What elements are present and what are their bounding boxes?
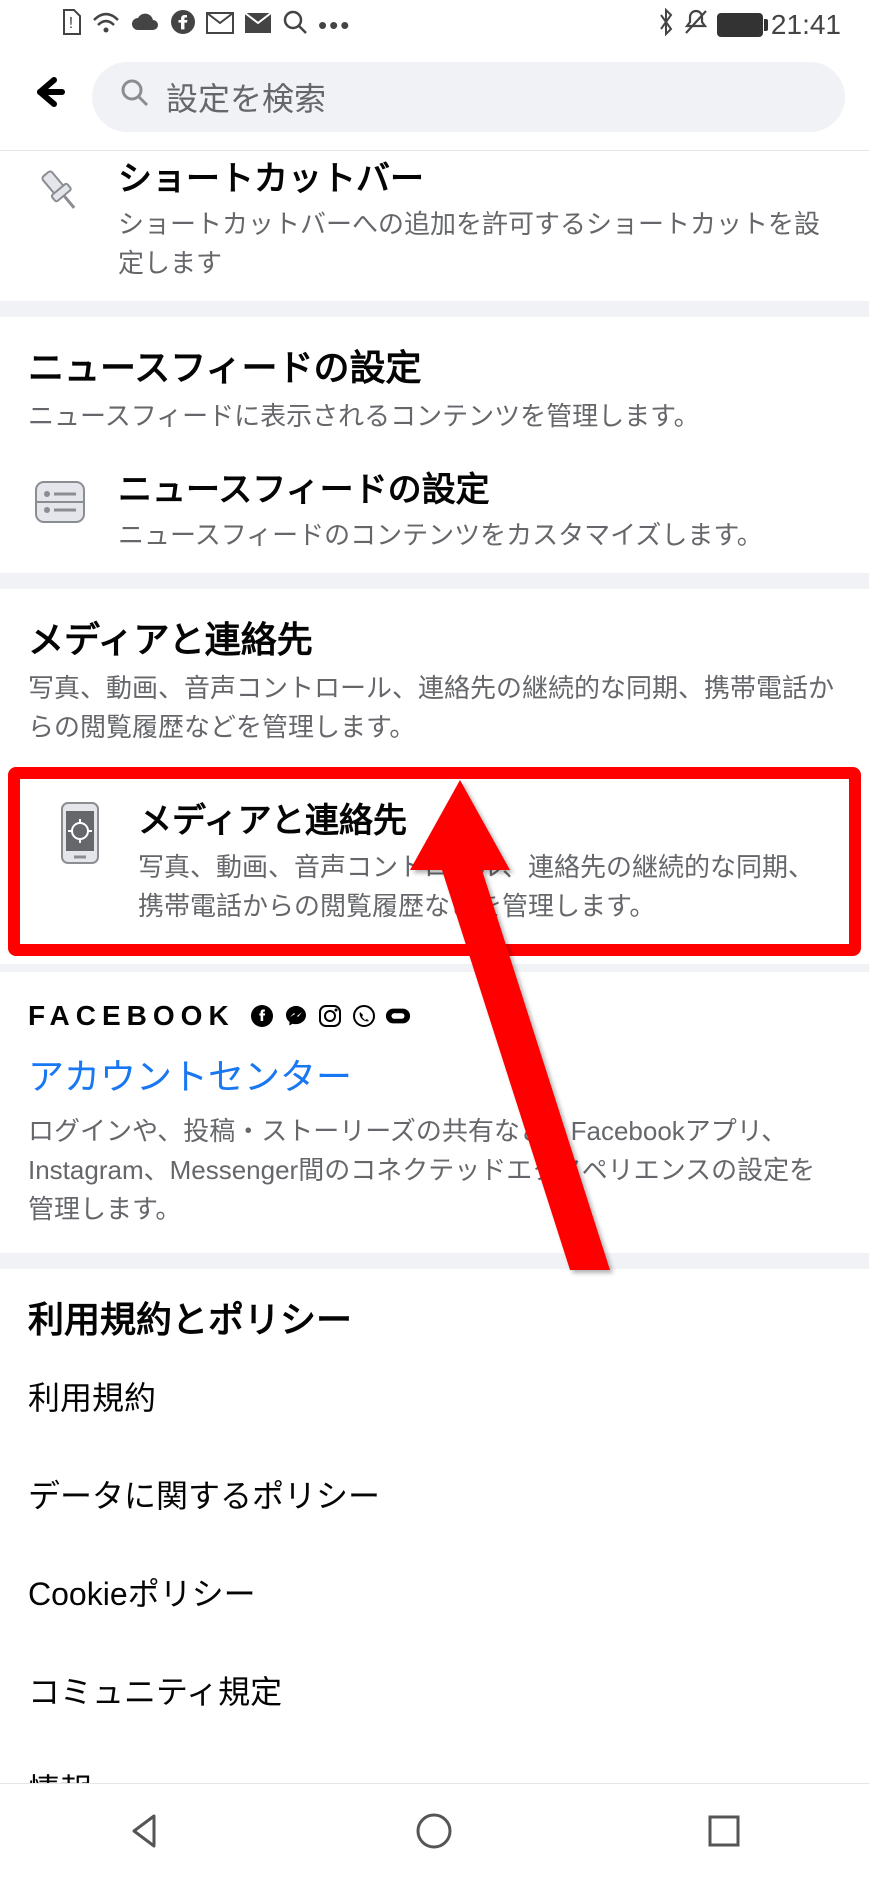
instagram-icon xyxy=(317,1003,343,1029)
gmail-icon xyxy=(206,10,234,41)
bluetooth-icon xyxy=(657,8,675,43)
policy-cookie[interactable]: Cookieポリシー xyxy=(0,1543,869,1641)
shortcut-sub: ショートカットバーへの追加を許可するショートカットを設定します xyxy=(118,205,841,283)
policy-data[interactable]: データに関するポリシー xyxy=(0,1445,869,1543)
status-time: 21:41 xyxy=(771,9,841,41)
newsfeed-item-title: ニュースフィードの設定 xyxy=(118,468,841,512)
newsfeed-section-header: ニュースフィードの設定 ニュースフィードに表示されるコンテンツを管理します。 xyxy=(0,317,869,448)
search-icon xyxy=(120,78,150,116)
cloud-icon xyxy=(130,10,160,41)
pin-icon xyxy=(28,159,92,223)
policy-section-header: 利用規約とポリシー xyxy=(0,1269,869,1347)
more-icon: ••• xyxy=(318,10,351,41)
nav-back-button[interactable] xyxy=(124,1810,166,1857)
sim-alert-icon: ! xyxy=(60,8,82,43)
search-placeholder: 設定を検索 xyxy=(166,74,326,120)
status-left-icons: ! ••• xyxy=(60,8,351,43)
search-bar-row: 設定を検索 xyxy=(0,50,869,150)
media-contacts-item[interactable]: メディアと連絡先 写真、動画、音声コントロール、連絡先の継続的な同期、携帯電話か… xyxy=(20,779,849,943)
account-center-link[interactable]: アカウントセンター xyxy=(0,1040,869,1112)
newsfeed-section-title: ニュースフィードの設定 xyxy=(28,339,841,391)
policy-section-title: 利用規約とポリシー xyxy=(28,1291,841,1343)
shortcut-title: ショートカットバー xyxy=(118,157,841,201)
account-center-sub: ログインや、投稿・ストーリーズの共有など、Facebookアプリ、Instagr… xyxy=(0,1112,869,1253)
search-input[interactable]: 設定を検索 xyxy=(92,62,845,132)
media-item-sub: 写真、動画、音声コントロール、連絡先の継続的な同期、携帯電話からの閲覧履歴などを… xyxy=(138,848,821,926)
android-nav-bar xyxy=(0,1783,869,1883)
status-bar: ! ••• 21:41 xyxy=(0,0,869,50)
wifi-icon xyxy=(92,10,120,41)
annotation-highlight-box: メディアと連絡先 写真、動画、音声コントロール、連絡先の継続的な同期、携帯電話か… xyxy=(8,767,861,955)
messenger-icon xyxy=(283,1003,309,1029)
newsfeed-settings-item[interactable]: ニュースフィードの設定 ニュースフィードのコンテンツをカスタマイズします。 xyxy=(0,448,869,573)
facebook-logo-row: FACEBOOK xyxy=(0,972,869,1040)
facebook-app-icons xyxy=(249,1003,411,1029)
newsfeed-section-sub: ニュースフィードに表示されるコンテンツを管理します。 xyxy=(28,397,841,436)
whatsapp-icon xyxy=(351,1003,377,1029)
nav-recent-button[interactable] xyxy=(703,1810,745,1857)
newsfeed-item-sub: ニュースフィードのコンテンツをカスタマイズします。 xyxy=(118,516,841,555)
media-section-title: メディアと連絡先 xyxy=(28,611,841,663)
oculus-icon xyxy=(385,1003,411,1029)
policy-terms[interactable]: 利用規約 xyxy=(0,1347,869,1445)
account-center-title: アカウントセンター xyxy=(28,1048,841,1100)
facebook-circle-icon xyxy=(249,1003,275,1029)
phone-settings-icon xyxy=(48,801,112,865)
nav-home-button[interactable] xyxy=(413,1810,455,1857)
media-section-sub: 写真、動画、音声コントロール、連絡先の継続的な同期、携帯電話からの閲覧履歴などを… xyxy=(28,669,841,747)
newsfeed-icon xyxy=(28,470,92,534)
mail-icon xyxy=(244,10,272,41)
policy-community[interactable]: コミュニティ規定 xyxy=(0,1641,869,1739)
media-section-header: メディアと連絡先 写真、動画、音声コントロール、連絡先の継続的な同期、携帯電話か… xyxy=(0,589,869,759)
facebook-status-icon xyxy=(170,9,196,42)
search-status-icon xyxy=(282,9,308,42)
shortcut-bar-item[interactable]: ショートカットバー ショートカットバーへの追加を許可するショートカットを設定しま… xyxy=(0,151,869,301)
battery-icon xyxy=(717,13,763,37)
svg-text:!: ! xyxy=(69,15,73,32)
back-button[interactable] xyxy=(28,72,68,123)
status-right-icons: 21:41 xyxy=(657,8,841,43)
media-item-title: メディアと連絡先 xyxy=(138,799,821,843)
facebook-wordmark: FACEBOOK xyxy=(28,1000,235,1032)
mute-bell-icon xyxy=(683,8,709,43)
